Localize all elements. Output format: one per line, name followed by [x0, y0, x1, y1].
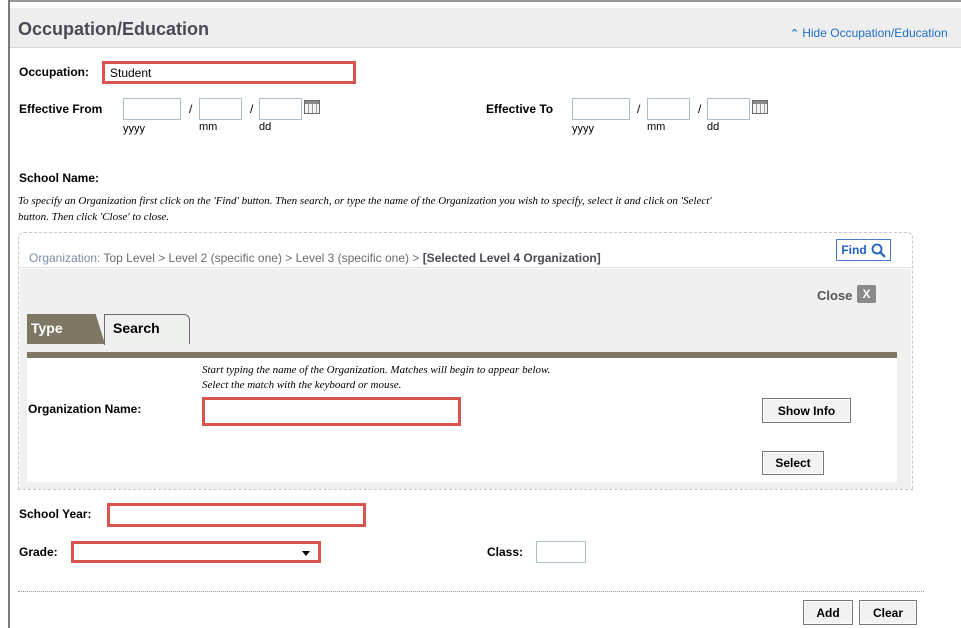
- month-hint: mm: [199, 121, 218, 133]
- footer-divider: [18, 591, 924, 592]
- breadcrumb-selected: [Selected Level 4 Organization]: [422, 251, 601, 265]
- hint-line: Start typing the name of the Organizatio…: [202, 364, 551, 376]
- grade-select[interactable]: [71, 541, 321, 563]
- calendar-icon[interactable]: [304, 100, 320, 114]
- occupation-label: Occupation:: [19, 65, 90, 79]
- calendar-icon[interactable]: [752, 100, 768, 114]
- section-title: Occupation/Education: [18, 19, 210, 39]
- effective-to-label: Effective To: [486, 102, 554, 116]
- date-separator: /: [189, 102, 193, 116]
- magnifier-icon: [871, 243, 886, 258]
- breadcrumb-path: Top Level > Level 2 (specific one) > Lev…: [103, 251, 420, 265]
- year-hint: yyyy: [572, 123, 594, 135]
- occupation-input[interactable]: [102, 61, 356, 84]
- breadcrumb-label: Organization:: [29, 251, 101, 265]
- organization-breadcrumb: Organization: Top Level > Level 2 (speci…: [29, 251, 601, 265]
- select-button[interactable]: Select: [762, 451, 824, 475]
- panel-top-border: [8, 0, 961, 2]
- school-year-input[interactable]: [107, 503, 366, 527]
- hide-link-label: Hide Occupation/Education: [802, 26, 948, 40]
- double-chevron-up-icon: ⌃: [790, 28, 800, 40]
- class-input[interactable]: [536, 541, 586, 563]
- organization-search-hint: Start typing the name of the Organizatio…: [202, 363, 550, 393]
- day-hint: dd: [259, 121, 272, 133]
- tab-search[interactable]: Search: [104, 314, 190, 345]
- close-label[interactable]: Close: [817, 288, 852, 303]
- effective-to-year-input[interactable]: [572, 98, 630, 120]
- day-hint: dd: [707, 121, 720, 133]
- hide-section-link[interactable]: ⌃ Hide Occupation/Education: [790, 26, 948, 40]
- dropdown-arrow-icon: [302, 551, 310, 556]
- panel-left-border: [8, 0, 10, 628]
- date-separator: /: [637, 102, 641, 116]
- find-button-label: Find: [841, 243, 867, 257]
- instructions-line: button. Then click 'Close' to close.: [18, 211, 170, 223]
- effective-from-year-input[interactable]: [123, 98, 181, 120]
- effective-to-day-input[interactable]: [707, 98, 750, 120]
- effective-from-month-input[interactable]: [199, 98, 242, 120]
- effective-from-label: Effective From: [19, 102, 103, 116]
- effective-from-day-input[interactable]: [259, 98, 302, 120]
- year-hint: yyyy: [123, 123, 145, 135]
- school-name-label: School Name:: [19, 171, 100, 185]
- add-button[interactable]: Add: [803, 600, 853, 625]
- hint-line: Select the match with the keyboard or mo…: [202, 379, 402, 391]
- effective-to-month-input[interactable]: [647, 98, 690, 120]
- show-info-button[interactable]: Show Info: [762, 398, 851, 423]
- date-separator: /: [698, 102, 702, 116]
- grade-label: Grade:: [19, 545, 58, 559]
- date-separator: /: [250, 102, 254, 116]
- find-button[interactable]: Find: [836, 239, 891, 261]
- organization-name-input[interactable]: [202, 397, 461, 426]
- organization-name-label: Organization Name:: [28, 402, 142, 416]
- clear-button[interactable]: Clear: [859, 600, 917, 625]
- month-hint: mm: [647, 121, 666, 133]
- class-label: Class:: [487, 545, 524, 559]
- close-icon[interactable]: X: [857, 285, 876, 303]
- school-year-label: School Year:: [19, 507, 92, 521]
- instructions-line: To specify an Organization first click o…: [18, 195, 712, 207]
- school-name-instructions: To specify an Organization first click o…: [18, 193, 918, 225]
- tab-type[interactable]: Type: [27, 314, 105, 344]
